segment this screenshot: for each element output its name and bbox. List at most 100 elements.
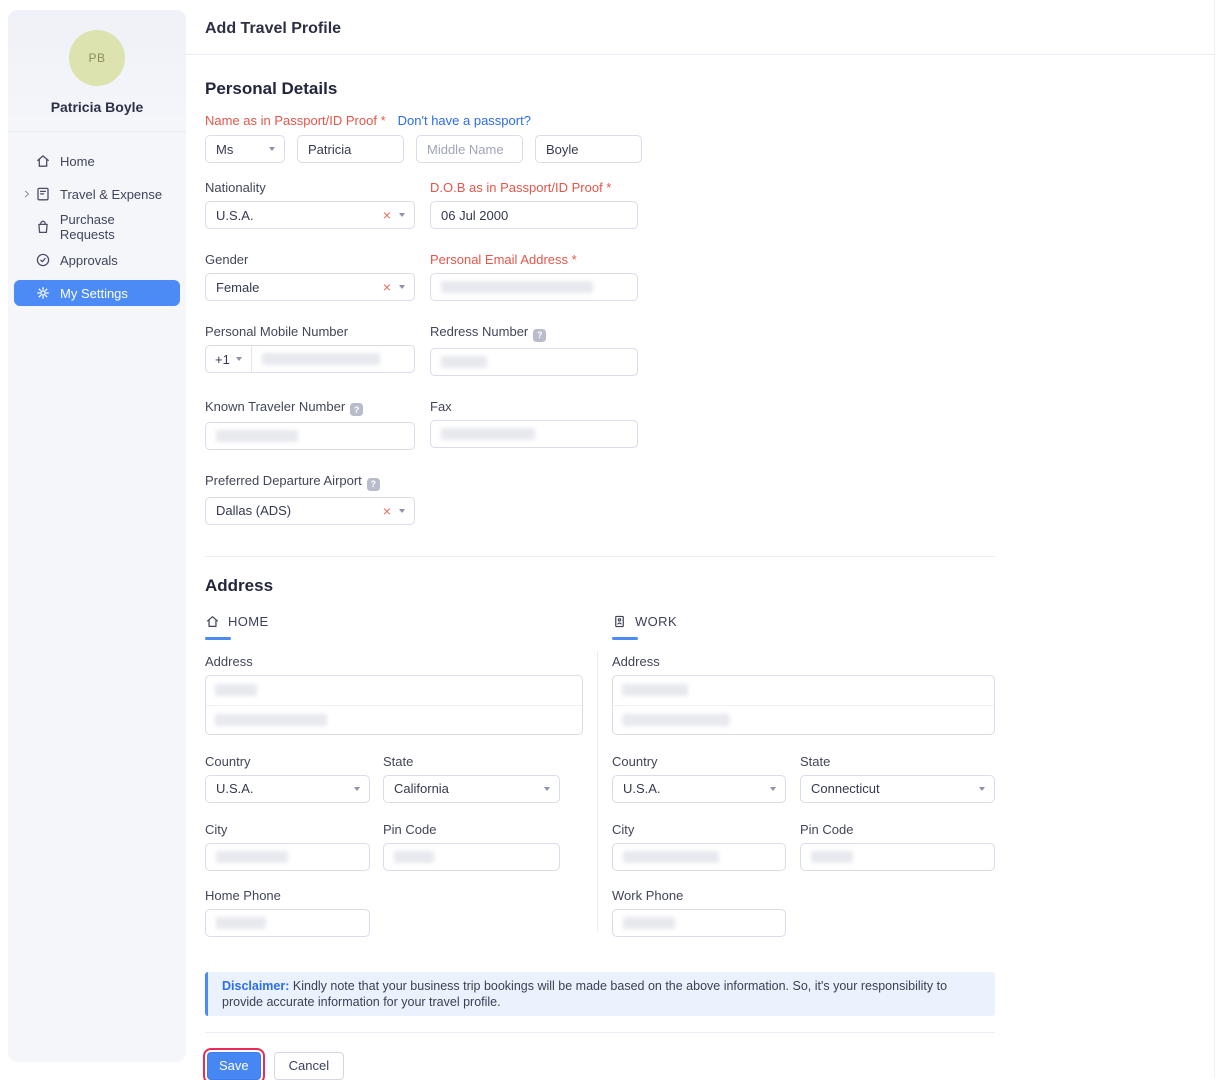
page-title: Add Travel Profile bbox=[205, 20, 1214, 38]
airport-select[interactable]: Dallas (ADS) × bbox=[205, 497, 415, 525]
work-state-select[interactable]: Connecticut bbox=[800, 775, 995, 803]
last-name-input[interactable]: Boyle bbox=[535, 135, 642, 163]
sidebar-item-purchase-requests[interactable]: Purchase Requests bbox=[14, 214, 180, 240]
help-icon[interactable]: ? bbox=[350, 403, 363, 416]
tab-home[interactable]: HOME bbox=[205, 614, 597, 629]
last-name-value: Boyle bbox=[546, 142, 579, 157]
redacted-value bbox=[811, 851, 853, 863]
chevron-down-icon bbox=[399, 213, 405, 217]
column-divider bbox=[597, 651, 598, 931]
fax-input[interactable] bbox=[430, 420, 638, 448]
fax-label: Fax bbox=[430, 399, 638, 414]
chevron-down-icon bbox=[354, 787, 360, 791]
airport-label: Preferred Departure Airport? bbox=[205, 473, 415, 491]
ktn-label: Known Traveler Number? bbox=[205, 399, 415, 417]
home-address-label: Address bbox=[205, 654, 597, 669]
cancel-button[interactable]: Cancel bbox=[274, 1052, 344, 1080]
redacted-value bbox=[441, 428, 535, 440]
first-name-value: Patricia bbox=[308, 142, 351, 157]
sidebar-item-label: Home bbox=[60, 154, 95, 169]
chevron-down-icon bbox=[269, 147, 275, 151]
redress-label: Redress Number? bbox=[430, 324, 638, 342]
clear-icon[interactable]: × bbox=[383, 504, 391, 518]
chevron-right-icon[interactable] bbox=[22, 189, 35, 199]
work-country-label: Country bbox=[612, 754, 786, 769]
travel-card-icon bbox=[35, 186, 51, 202]
work-phone-label: Work Phone bbox=[612, 888, 995, 903]
section-divider bbox=[205, 556, 995, 557]
sidebar-item-home[interactable]: Home bbox=[14, 148, 180, 174]
sidebar-item-label: Purchase Requests bbox=[60, 212, 172, 242]
salutation-select[interactable]: Ms bbox=[205, 135, 285, 163]
bag-icon bbox=[35, 219, 51, 235]
work-country-select[interactable]: U.S.A. bbox=[612, 775, 786, 803]
redacted-value bbox=[262, 353, 380, 365]
redacted-value bbox=[215, 714, 327, 726]
save-button[interactable]: Save bbox=[207, 1052, 261, 1080]
sidebar-item-my-settings[interactable]: My Settings bbox=[14, 280, 180, 306]
tab-work[interactable]: WORK bbox=[612, 614, 995, 629]
active-tab-indicator bbox=[612, 637, 638, 640]
work-pin-label: Pin Code bbox=[800, 822, 995, 837]
mobile-input[interactable]: +1 bbox=[205, 345, 415, 373]
mobile-label: Personal Mobile Number bbox=[205, 324, 415, 339]
dob-input[interactable]: 06 Jul 2000 bbox=[430, 201, 638, 229]
home-city-input[interactable] bbox=[205, 843, 370, 871]
sidebar-nav: Home Travel & Expense Purchase Requests … bbox=[8, 132, 186, 329]
chevron-down-icon bbox=[399, 285, 405, 289]
home-state-label: State bbox=[383, 754, 560, 769]
avatar-initials: PB bbox=[88, 51, 105, 65]
redacted-value bbox=[216, 430, 298, 442]
home-address-textarea[interactable] bbox=[205, 675, 583, 735]
home-phone-input[interactable] bbox=[205, 909, 370, 937]
home-pin-input[interactable] bbox=[383, 843, 560, 871]
work-phone-input[interactable] bbox=[612, 909, 786, 937]
ktn-input[interactable] bbox=[205, 422, 415, 450]
main-content: Add Travel Profile Personal Details Name… bbox=[186, 0, 1215, 1078]
redacted-value bbox=[622, 714, 730, 726]
middle-name-input[interactable]: Middle Name bbox=[416, 135, 523, 163]
avatar[interactable]: PB bbox=[69, 30, 125, 86]
work-address-textarea[interactable] bbox=[612, 675, 995, 735]
home-icon bbox=[205, 614, 220, 629]
redacted-value bbox=[441, 281, 593, 293]
home-city-label: City bbox=[205, 822, 370, 837]
work-city-input[interactable] bbox=[612, 843, 786, 871]
address-columns: HOME Address Country U.S.A. bbox=[205, 614, 996, 937]
form-actions: Save Cancel bbox=[205, 1052, 996, 1080]
middle-name-placeholder: Middle Name bbox=[427, 142, 504, 157]
sidebar-item-label: Approvals bbox=[60, 253, 118, 268]
redacted-value bbox=[441, 356, 487, 368]
home-state-select[interactable]: California bbox=[383, 775, 560, 803]
dob-value: 06 Jul 2000 bbox=[441, 208, 508, 223]
sidebar-item-approvals[interactable]: Approvals bbox=[14, 247, 180, 273]
work-pin-input[interactable] bbox=[800, 843, 995, 871]
home-state-value: California bbox=[394, 781, 449, 796]
redacted-value bbox=[215, 684, 257, 696]
work-address-column: WORK Address Country U.S.A. bbox=[612, 614, 995, 937]
airport-value: Dallas (ADS) bbox=[216, 503, 291, 518]
gender-select[interactable]: Female × bbox=[205, 273, 415, 301]
no-passport-link[interactable]: Don't have a passport? bbox=[398, 113, 531, 128]
profile-card: PB Patricia Boyle bbox=[8, 10, 186, 132]
work-city-label: City bbox=[612, 822, 786, 837]
email-input[interactable] bbox=[430, 273, 638, 301]
work-country-value: U.S.A. bbox=[623, 781, 661, 796]
home-country-value: U.S.A. bbox=[216, 781, 254, 796]
clear-icon[interactable]: × bbox=[383, 280, 391, 294]
redacted-value bbox=[216, 917, 266, 929]
help-icon[interactable]: ? bbox=[533, 329, 546, 342]
email-label: Personal Email Address * bbox=[430, 252, 638, 267]
sidebar-item-travel-expense[interactable]: Travel & Expense bbox=[14, 181, 180, 207]
home-country-select[interactable]: U.S.A. bbox=[205, 775, 370, 803]
redress-input[interactable] bbox=[430, 348, 638, 376]
country-code-select[interactable]: +1 bbox=[206, 346, 252, 372]
redacted-value bbox=[623, 917, 675, 929]
redacted-value bbox=[216, 851, 288, 863]
gear-icon bbox=[35, 285, 51, 301]
first-name-input[interactable]: Patricia bbox=[297, 135, 404, 163]
nationality-select[interactable]: U.S.A. × bbox=[205, 201, 415, 229]
home-address-column: HOME Address Country U.S.A. bbox=[205, 614, 597, 937]
clear-icon[interactable]: × bbox=[383, 208, 391, 222]
help-icon[interactable]: ? bbox=[367, 478, 380, 491]
